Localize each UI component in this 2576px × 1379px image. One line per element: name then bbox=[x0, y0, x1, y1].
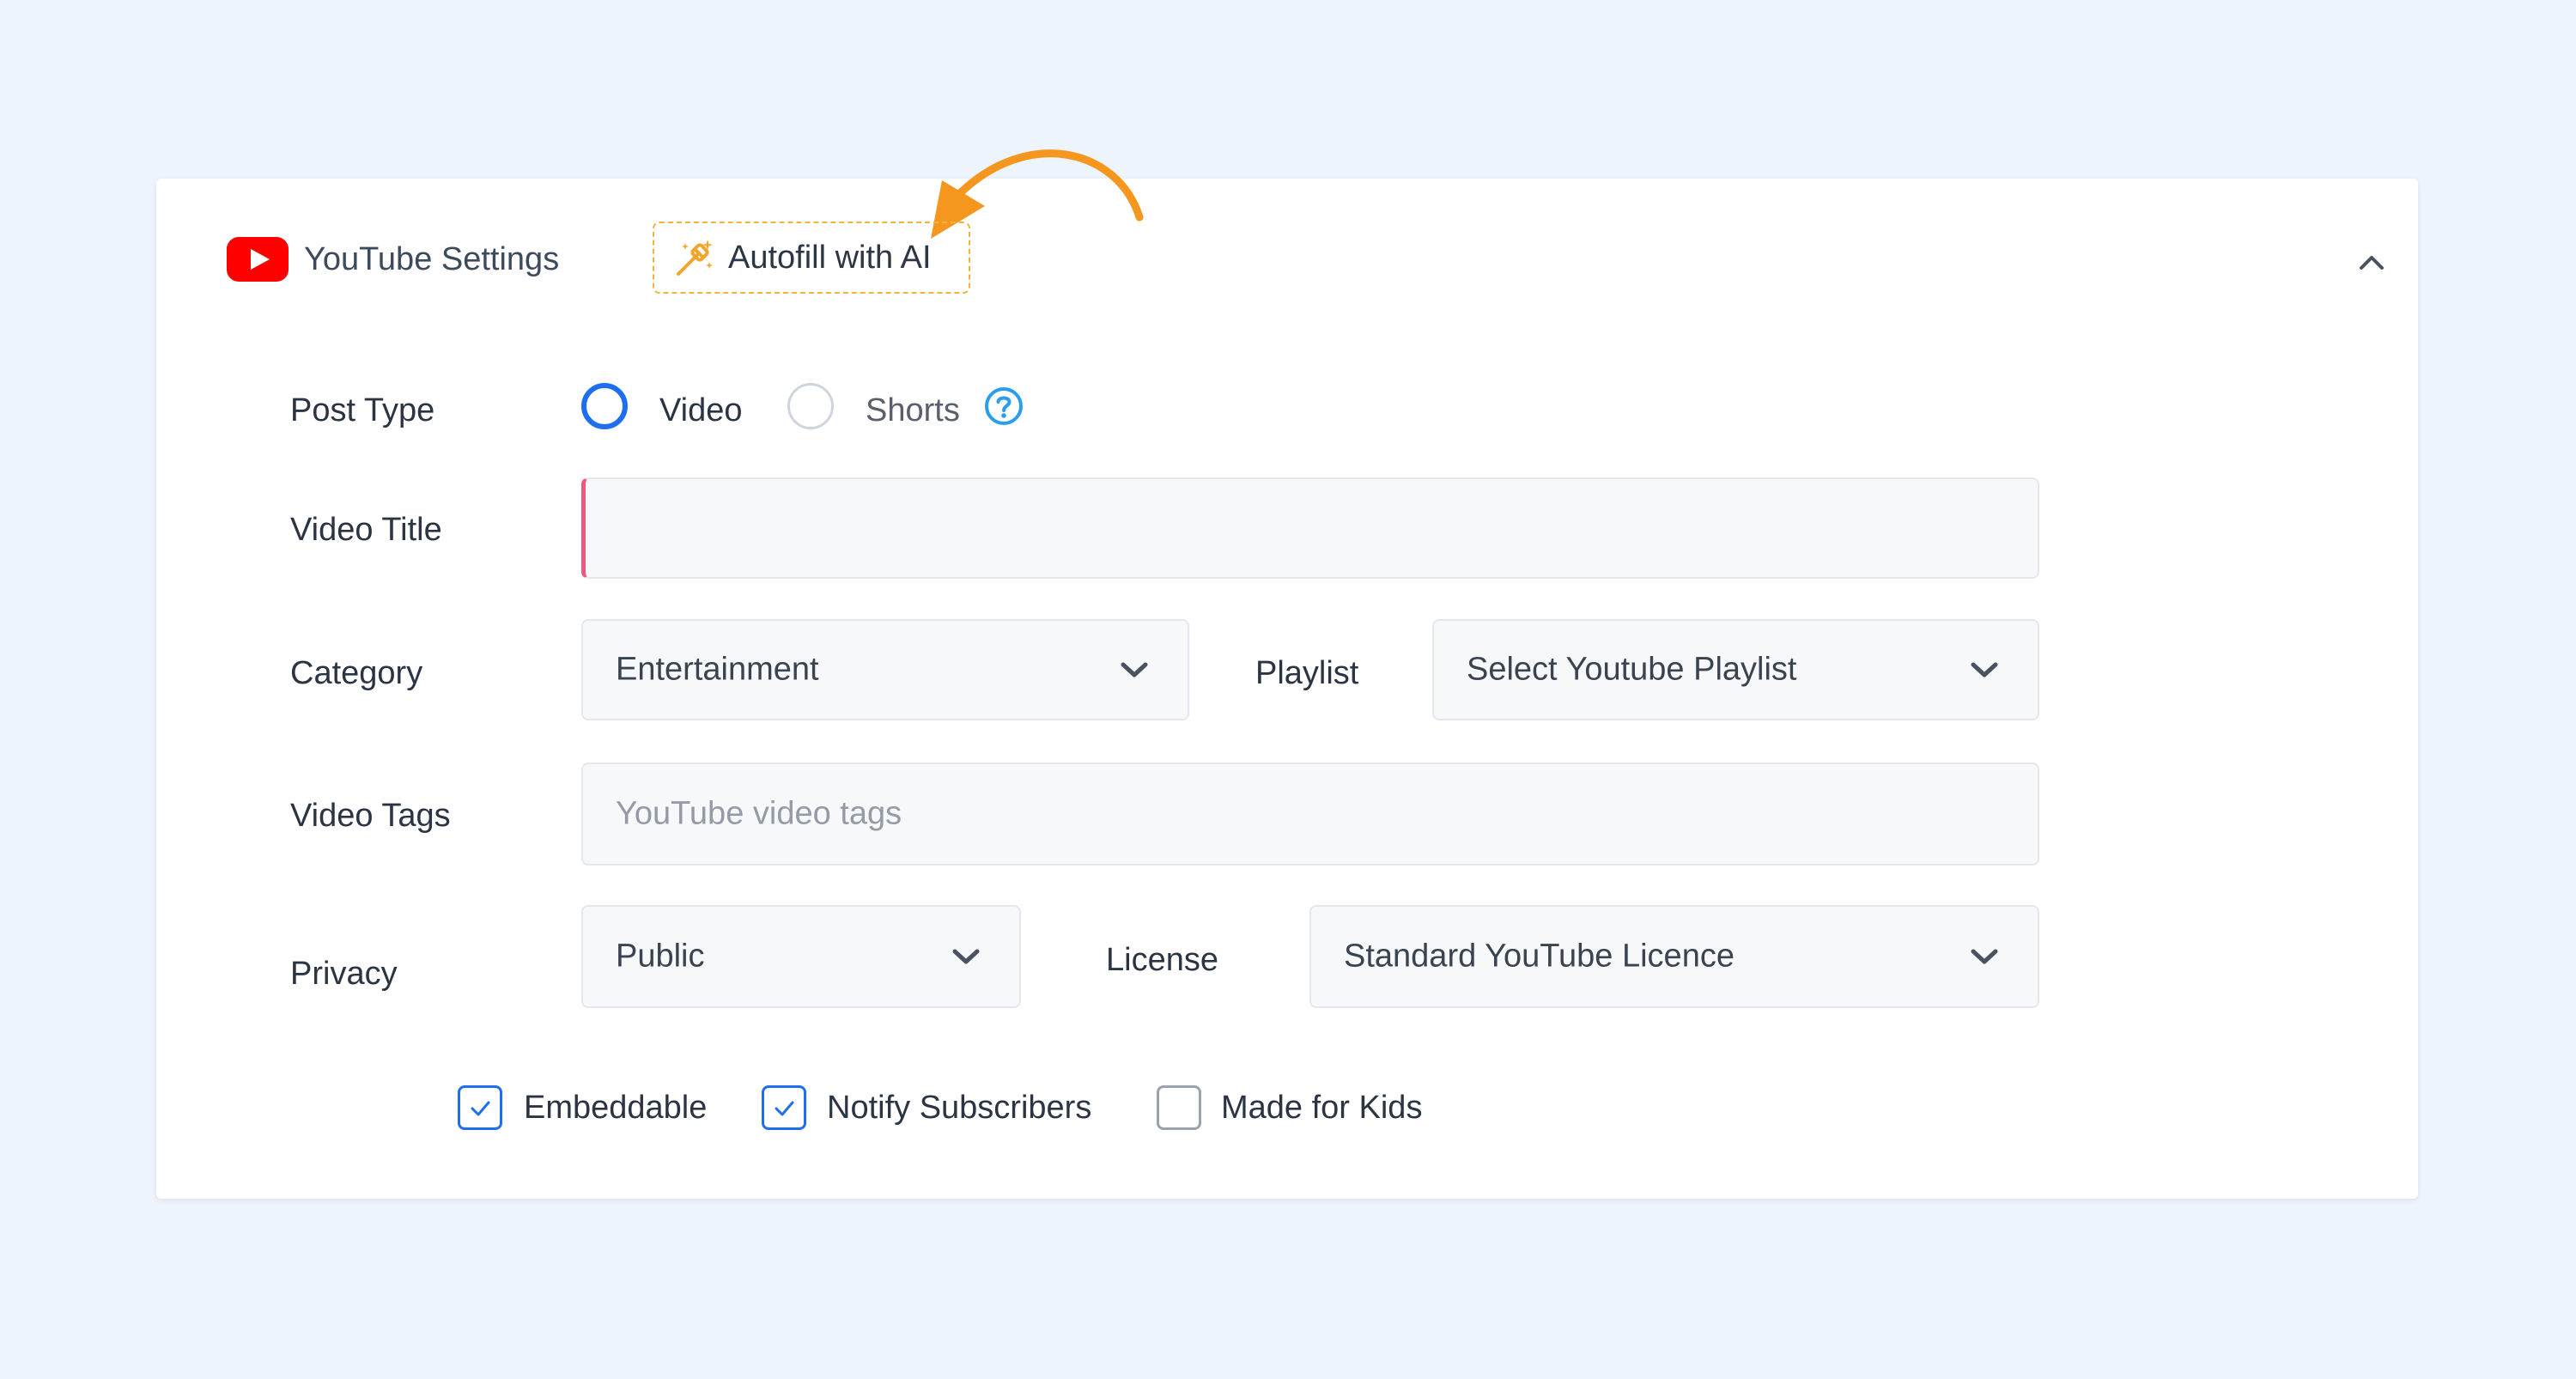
radio-shorts-label: Shorts bbox=[866, 392, 960, 428]
radio-video-label: Video bbox=[659, 392, 743, 428]
autofill-ai-label: Autofill with AI bbox=[728, 239, 932, 276]
section-title: YouTube Settings bbox=[304, 241, 560, 277]
chevron-down-icon bbox=[1121, 662, 1148, 677]
playlist-select[interactable]: Select Youtube Playlist bbox=[1432, 619, 2039, 720]
license-select[interactable]: Standard YouTube Licence bbox=[1309, 905, 2039, 1008]
privacy-select[interactable]: Public bbox=[581, 905, 1021, 1008]
category-value: Entertainment bbox=[616, 651, 819, 688]
autofill-ai-button[interactable]: Autofill with AI bbox=[653, 222, 970, 294]
embeddable-label: Embeddable bbox=[524, 1090, 708, 1126]
radio-shorts[interactable] bbox=[787, 383, 834, 429]
notify-subscribers-checkbox[interactable] bbox=[762, 1085, 806, 1130]
video-tags-placeholder: YouTube video tags bbox=[616, 795, 902, 832]
chevron-down-icon bbox=[1971, 949, 1998, 964]
video-tags-input[interactable]: YouTube video tags bbox=[581, 762, 2039, 866]
license-value: Standard YouTube Licence bbox=[1344, 938, 1735, 975]
category-label: Category bbox=[290, 655, 423, 691]
made-for-kids-checkbox[interactable] bbox=[1157, 1085, 1201, 1130]
made-for-kids-label: Made for Kids bbox=[1221, 1090, 1423, 1126]
chevron-down-icon bbox=[1971, 662, 1998, 677]
chevron-up-icon[interactable] bbox=[2356, 247, 2387, 278]
chevron-down-icon bbox=[952, 949, 980, 964]
question-circle-icon[interactable] bbox=[984, 386, 1024, 426]
embeddable-checkbox[interactable] bbox=[458, 1085, 502, 1130]
video-title-input[interactable] bbox=[581, 477, 2039, 579]
checkmark-icon bbox=[471, 1101, 490, 1116]
playlist-placeholder: Select Youtube Playlist bbox=[1467, 651, 1797, 688]
privacy-label: Privacy bbox=[290, 956, 398, 992]
checkmark-icon bbox=[775, 1101, 794, 1116]
radio-video[interactable] bbox=[581, 383, 628, 429]
license-label: License bbox=[1106, 942, 1218, 978]
notify-subscribers-label: Notify Subscribers bbox=[827, 1090, 1092, 1126]
youtube-logo-icon bbox=[227, 237, 289, 282]
magic-wand-icon bbox=[677, 240, 713, 276]
video-tags-label: Video Tags bbox=[290, 798, 451, 834]
category-select[interactable]: Entertainment bbox=[581, 619, 1189, 720]
privacy-value: Public bbox=[616, 938, 705, 975]
playlist-label: Playlist bbox=[1255, 655, 1359, 691]
video-title-label: Video Title bbox=[290, 512, 442, 548]
post-type-label: Post Type bbox=[290, 392, 435, 428]
youtube-settings-card: YouTube Settings Autofill with AI Post T… bbox=[156, 149, 2418, 1199]
